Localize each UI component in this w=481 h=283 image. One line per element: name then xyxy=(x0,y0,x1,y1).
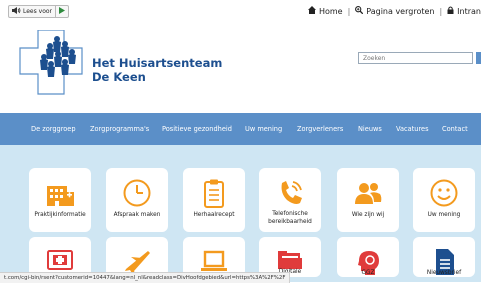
nav-item-vacatures[interactable]: Vacatures xyxy=(396,125,429,133)
speaker-icon xyxy=(12,7,21,16)
home-link[interactable]: Home xyxy=(307,6,343,16)
tile-label: Wie zijn wij xyxy=(351,212,385,218)
nav-item-zorggroep[interactable]: De zorggroep xyxy=(31,125,76,133)
tile-label: Uw mening xyxy=(427,212,461,218)
home-icon xyxy=(307,6,316,16)
clipboard-icon xyxy=(199,178,229,208)
clock-icon xyxy=(122,178,152,208)
zoom-link[interactable]: Pagina vergroten xyxy=(355,6,434,16)
tile-label: Herhaalrecept xyxy=(193,212,235,218)
play-icon xyxy=(59,7,66,16)
read-aloud-widget: Lees voor xyxy=(8,5,70,18)
tile-label: Afspraak maken xyxy=(113,212,161,218)
play-button[interactable] xyxy=(55,6,68,17)
nav-item-contact[interactable]: Contact xyxy=(442,125,468,133)
tile-label: Praktijkinformatie xyxy=(34,212,86,218)
nav-item-nieuws[interactable]: Nieuws xyxy=(358,125,382,133)
divider: | xyxy=(347,6,351,16)
nav-item-uw-mening[interactable]: Uw mening xyxy=(245,125,282,133)
tile-uw-mening[interactable]: Uw mening xyxy=(413,168,475,232)
top-links: Home | Pagina vergroten | Intran xyxy=(307,6,481,16)
main-nav: De zorggroep Zorgprogramma's Positieve g… xyxy=(0,113,481,145)
top-bar: Lees voor Home | Pagina vergroten | Intr… xyxy=(0,0,481,22)
search-button[interactable] xyxy=(476,52,481,64)
tile-label-line: bereikbaarheid xyxy=(268,218,312,225)
tile-medisch-dossier[interactable] xyxy=(29,237,91,277)
tile-nieuwsbrief[interactable]: Nieuwsbrief xyxy=(413,237,475,277)
tile-online[interactable] xyxy=(183,237,245,277)
nav-item-zorgprogrammas[interactable]: Zorgprogramma's xyxy=(90,125,149,133)
tile-afspraak-maken[interactable]: Afspraak maken xyxy=(106,168,168,232)
intranet-link-label: Intran xyxy=(457,6,481,16)
divider: | xyxy=(439,6,443,16)
nav-item-positieve-gezondheid[interactable]: Positieve gezondheid xyxy=(162,125,232,133)
zoom-link-label: Pagina vergroten xyxy=(366,6,435,16)
tile-label: GGZ xyxy=(361,270,375,276)
home-link-label: Home xyxy=(318,6,343,16)
lock-icon xyxy=(447,6,454,16)
logo-cross-icon xyxy=(19,29,83,95)
intranet-link[interactable]: Intran xyxy=(447,6,481,16)
tile-digitale[interactable]: Digitale xyxy=(259,237,321,277)
tile-reizen[interactable] xyxy=(106,237,168,277)
smiley-icon xyxy=(429,178,459,208)
phone-icon xyxy=(275,178,305,208)
read-aloud-button[interactable]: Lees voor xyxy=(9,6,55,17)
brand-subtitle: De Keen xyxy=(92,70,146,84)
tile-label: Nieuwsbrief xyxy=(426,270,462,276)
tile-wie-zijn-wij[interactable]: Wie zijn wij xyxy=(337,168,399,232)
tile-herhaalrecept[interactable]: Herhaalrecept xyxy=(183,168,245,232)
tile-label-line: Telefonische xyxy=(272,211,308,217)
tile-praktijkinformatie[interactable]: Praktijkinformatie xyxy=(29,168,91,232)
building-icon xyxy=(45,178,75,208)
tile-label: Telefonische bereikbaarheid xyxy=(261,211,319,227)
quick-links-area: Praktijkinformatie Afspraak maken Herhaa… xyxy=(0,145,481,282)
read-aloud-label: Lees voor xyxy=(23,8,53,15)
brand-name: Het Huisartsenteam xyxy=(92,56,223,70)
tile-telefonische-bereikbaarheid[interactable]: Telefonische bereikbaarheid xyxy=(259,168,321,232)
status-bar-url: t.com/cgi-bin/rsent?customerid=10447&lan… xyxy=(0,272,291,283)
nav-item-zorgverleners[interactable]: Zorgverleners xyxy=(297,125,343,133)
search-input[interactable] xyxy=(358,52,473,64)
people-icon xyxy=(353,178,383,208)
zoom-icon xyxy=(355,6,364,16)
tile-ggz[interactable]: GGZ xyxy=(337,237,399,277)
